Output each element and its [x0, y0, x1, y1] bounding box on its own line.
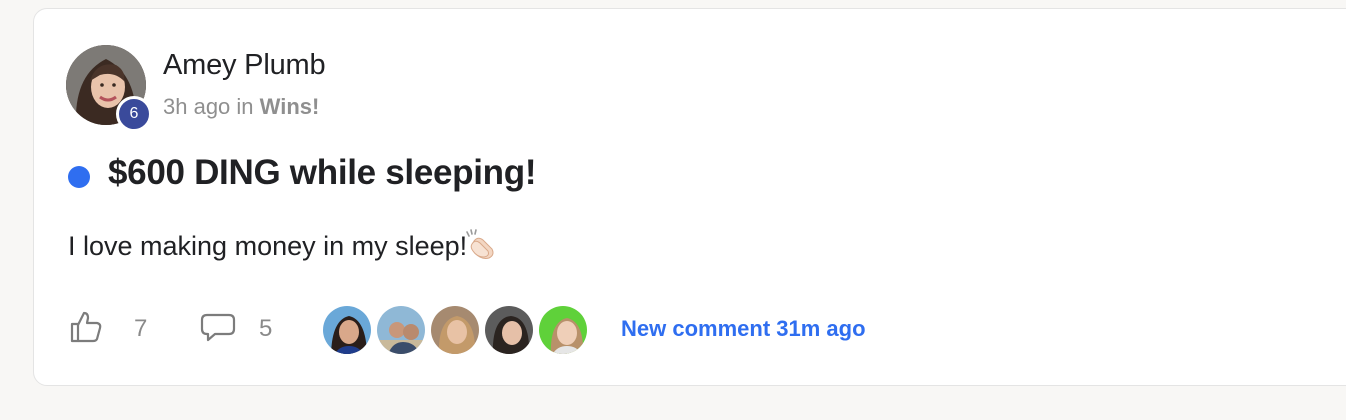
post-category-link[interactable]: Wins!: [260, 94, 320, 119]
author-name[interactable]: Amey Plumb: [163, 49, 326, 82]
post-meta: 3h ago in Wins!: [163, 94, 319, 120]
comment-count: 5: [259, 315, 273, 342]
post-meta-in: in: [236, 94, 254, 119]
comment-bubble-icon: [199, 309, 237, 350]
commenter-avatar[interactable]: [537, 304, 589, 356]
like-button[interactable]: 7: [68, 311, 147, 347]
post-body: I love making money in my sleep!: [68, 229, 497, 262]
post-card[interactable]: 6 Amey Plumb 3h ago in Wins! $600 DING w…: [33, 8, 1346, 386]
post-title[interactable]: $600 DING while sleeping!: [108, 153, 537, 193]
unread-indicator: [68, 166, 90, 188]
like-count: 7: [134, 315, 148, 342]
new-comment-link[interactable]: New comment 31m ago: [621, 316, 866, 342]
clapping-hands-icon: [465, 229, 497, 261]
commenter-avatar[interactable]: [483, 304, 535, 356]
post-actions: 7 5 New comment 31m ago: [68, 304, 968, 356]
level-badge: 6: [116, 96, 152, 132]
commenter-avatar[interactable]: [375, 304, 427, 356]
thumbs-up-icon: [68, 309, 104, 350]
post-time: 3h ago: [163, 94, 231, 119]
author-avatar-wrap[interactable]: 6: [66, 45, 152, 132]
post-body-text: I love making money in my sleep!: [68, 231, 468, 261]
commenter-avatar[interactable]: [429, 304, 481, 356]
comment-button[interactable]: 5: [199, 311, 272, 347]
commenter-avatar[interactable]: [321, 304, 373, 356]
